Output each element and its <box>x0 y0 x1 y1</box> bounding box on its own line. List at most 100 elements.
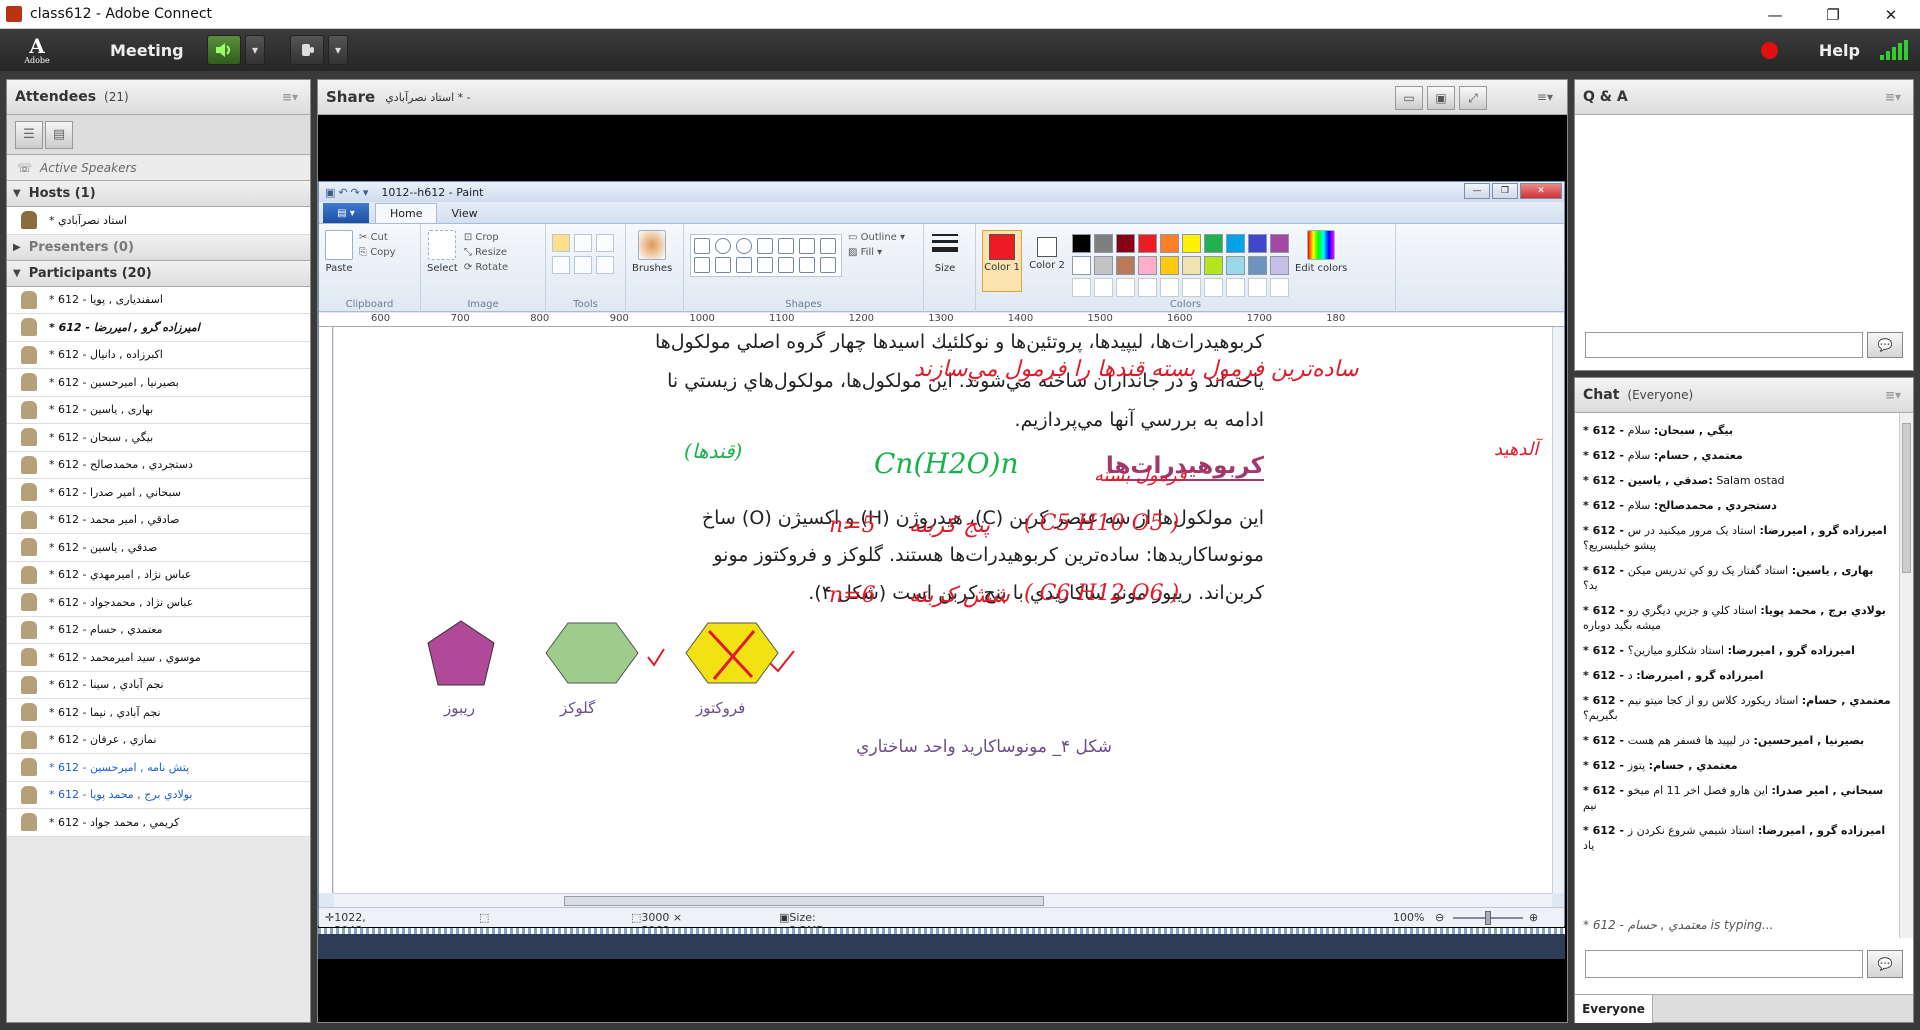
help-menu[interactable]: Help <box>1819 41 1860 60</box>
close-button[interactable]: ✕ <box>1862 0 1920 29</box>
participant-item[interactable]: * 612 - بولادي برج , محمد پويا <box>7 781 310 809</box>
palette-swatch[interactable] <box>1094 256 1113 275</box>
scroll-thumb[interactable] <box>1902 423 1911 573</box>
participant-item[interactable]: * 612 - نجم آبادي , سينا <box>7 671 310 699</box>
meeting-menu[interactable]: Meeting <box>110 41 184 60</box>
fill-bucket-icon[interactable] <box>574 234 592 252</box>
palette-swatch[interactable] <box>1182 234 1201 253</box>
participant-item[interactable]: * 612 - بصيرنيا , اميرحسين <box>7 369 310 397</box>
participant-item[interactable]: * 612 - اسفنديارى , پويا <box>7 286 310 314</box>
select-button[interactable]: Select <box>427 230 458 274</box>
color1-button[interactable]: Color 1 <box>982 230 1022 292</box>
paint-close-button[interactable]: ✕ <box>1520 183 1562 199</box>
restore-button[interactable]: ❐ <box>1804 0 1862 29</box>
palette-swatch[interactable] <box>1160 256 1179 275</box>
crop-button[interactable]: ⊡ Crop <box>464 232 508 243</box>
hosts-group[interactable]: ▼ Hosts (1) <box>7 181 310 207</box>
color2-button[interactable]: Color 2 <box>1028 230 1066 292</box>
presenters-group[interactable]: ▶ Presenters (0) <box>7 234 310 261</box>
copy-button[interactable]: ⎘ Copy <box>359 247 396 258</box>
actual-size-icon[interactable]: ▣ <box>1427 86 1455 110</box>
chat-send-button[interactable]: 💬 <box>1867 950 1903 978</box>
paint-canvas[interactable]: كربوهيدرات‌ها، ليپيدها، پروتئين‌ها و نوك… <box>334 327 1552 893</box>
chat-scrollbar[interactable] <box>1899 413 1913 938</box>
host-item[interactable]: * استاد نصرآبادي <box>7 207 310 235</box>
color-picker-icon[interactable] <box>574 256 592 274</box>
cut-button[interactable]: ✂ Cut <box>359 232 396 243</box>
paint-maximize-button[interactable]: ❐ <box>1492 183 1518 199</box>
participant-item[interactable]: * اميرزاده گرو , اميررضا - 612 <box>7 314 310 342</box>
canvas-vertical-scrollbar[interactable] <box>1552 327 1564 893</box>
rotate-button[interactable]: ⟳ Rotate <box>464 262 508 273</box>
participant-item[interactable]: * 612 - سبحاني , امير صدرا <box>7 479 310 507</box>
palette-swatch[interactable] <box>1072 278 1091 297</box>
palette-swatch[interactable] <box>1248 278 1267 297</box>
qa-input[interactable] <box>1585 332 1863 358</box>
palette-swatch[interactable] <box>1138 256 1157 275</box>
participant-item[interactable]: * 612 - صدقي , ياسين <box>7 534 310 562</box>
paint-minimize-button[interactable]: — <box>1464 183 1490 199</box>
palette-swatch[interactable] <box>1270 278 1289 297</box>
participant-item[interactable]: * 612 - نمازي , عرفان <box>7 726 310 754</box>
palette-swatch[interactable] <box>1072 234 1091 253</box>
palette-swatch[interactable] <box>1072 256 1091 275</box>
edit-colors-button[interactable]: Edit colors <box>1295 230 1347 274</box>
resize-button[interactable]: ⤡ Resize <box>464 247 508 258</box>
palette-swatch[interactable] <box>1116 234 1135 253</box>
minimize-button[interactable]: — <box>1746 0 1804 29</box>
palette-swatch[interactable] <box>1138 278 1157 297</box>
quick-access-toolbar-icon[interactable]: ▣↶↷▾ <box>325 186 371 199</box>
palette-swatch[interactable] <box>1270 256 1289 275</box>
eraser-icon[interactable] <box>552 256 570 274</box>
palette-swatch[interactable] <box>1138 234 1157 253</box>
outline-button[interactable]: ▭ Outline ▾ <box>848 232 905 243</box>
participant-item[interactable]: * 612 - دستجردي , محمدصالح <box>7 451 310 479</box>
tab-home[interactable]: Home <box>375 203 438 223</box>
qa-send-button[interactable]: 💬 <box>1867 332 1903 358</box>
raise-hand-button[interactable] <box>290 35 324 65</box>
palette-swatch[interactable] <box>1094 278 1113 297</box>
active-speakers-row[interactable]: ☏ Active Speakers <box>7 155 310 181</box>
participant-item[interactable]: * 612 - نجم آبادي , نيما <box>7 699 310 727</box>
status-view-icon[interactable]: ▤ <box>45 120 73 149</box>
participant-item[interactable]: * 612 - معتمدي , حسام <box>7 616 310 644</box>
palette-swatch[interactable] <box>1160 278 1179 297</box>
palette-swatch[interactable] <box>1182 256 1201 275</box>
palette-swatch[interactable] <box>1226 256 1245 275</box>
palette-swatch[interactable] <box>1270 234 1289 253</box>
palette-swatch[interactable] <box>1094 234 1113 253</box>
palette-swatch[interactable] <box>1204 278 1223 297</box>
chat-input[interactable] <box>1585 950 1863 978</box>
shapes-gallery[interactable] <box>690 234 842 277</box>
text-tool-icon[interactable] <box>596 234 614 252</box>
pencil-icon[interactable] <box>552 234 570 252</box>
palette-swatch[interactable] <box>1116 256 1135 275</box>
chat-pod-menu-icon[interactable]: ≡▾ <box>1885 388 1901 402</box>
list-view-icon[interactable]: ☰ <box>15 120 43 149</box>
fullscreen-icon[interactable]: ⤢ <box>1459 86 1487 110</box>
participant-item[interactable]: * 612 - كريمي , محمد جواد <box>7 809 310 837</box>
size-button[interactable]: Size <box>930 230 960 274</box>
participant-item[interactable]: * 612 - اكبرزاده , دانيال <box>7 341 310 369</box>
speaker-button[interactable] <box>207 35 241 65</box>
scroll-thumb[interactable] <box>564 896 1044 906</box>
speaker-dropdown[interactable]: ▾ <box>245 35 265 65</box>
participants-group[interactable]: ▼ Participants (20) <box>7 260 310 287</box>
palette-swatch[interactable] <box>1182 278 1201 297</box>
participant-item[interactable]: * 612 - عباس نژاد , محمدجواد <box>7 589 310 617</box>
participant-item[interactable]: * 612 - صادقي , امير محمد <box>7 506 310 534</box>
palette-swatch[interactable] <box>1160 234 1179 253</box>
participant-item[interactable]: * 612 - عباس نژاد , اميرمهدي <box>7 561 310 589</box>
magnifier-icon[interactable] <box>596 256 614 274</box>
participant-item[interactable]: * 612 - بيگي , سبحان <box>7 424 310 452</box>
paint-file-menu-button[interactable]: ▤ ▾ <box>323 203 369 223</box>
zoom-slider[interactable]: ⊖ ⊕ <box>1435 911 1545 925</box>
fit-width-icon[interactable]: ▭ <box>1395 86 1423 110</box>
fill-button[interactable]: ▨ Fill ▾ <box>848 247 905 258</box>
palette-swatch[interactable] <box>1226 234 1245 253</box>
palette-swatch[interactable] <box>1226 278 1245 297</box>
raise-hand-dropdown[interactable]: ▾ <box>328 35 348 65</box>
canvas-horizontal-scrollbar[interactable] <box>334 893 1552 907</box>
share-pod-menu-icon[interactable]: ≡▾ <box>1537 90 1553 104</box>
palette-swatch[interactable] <box>1204 256 1223 275</box>
